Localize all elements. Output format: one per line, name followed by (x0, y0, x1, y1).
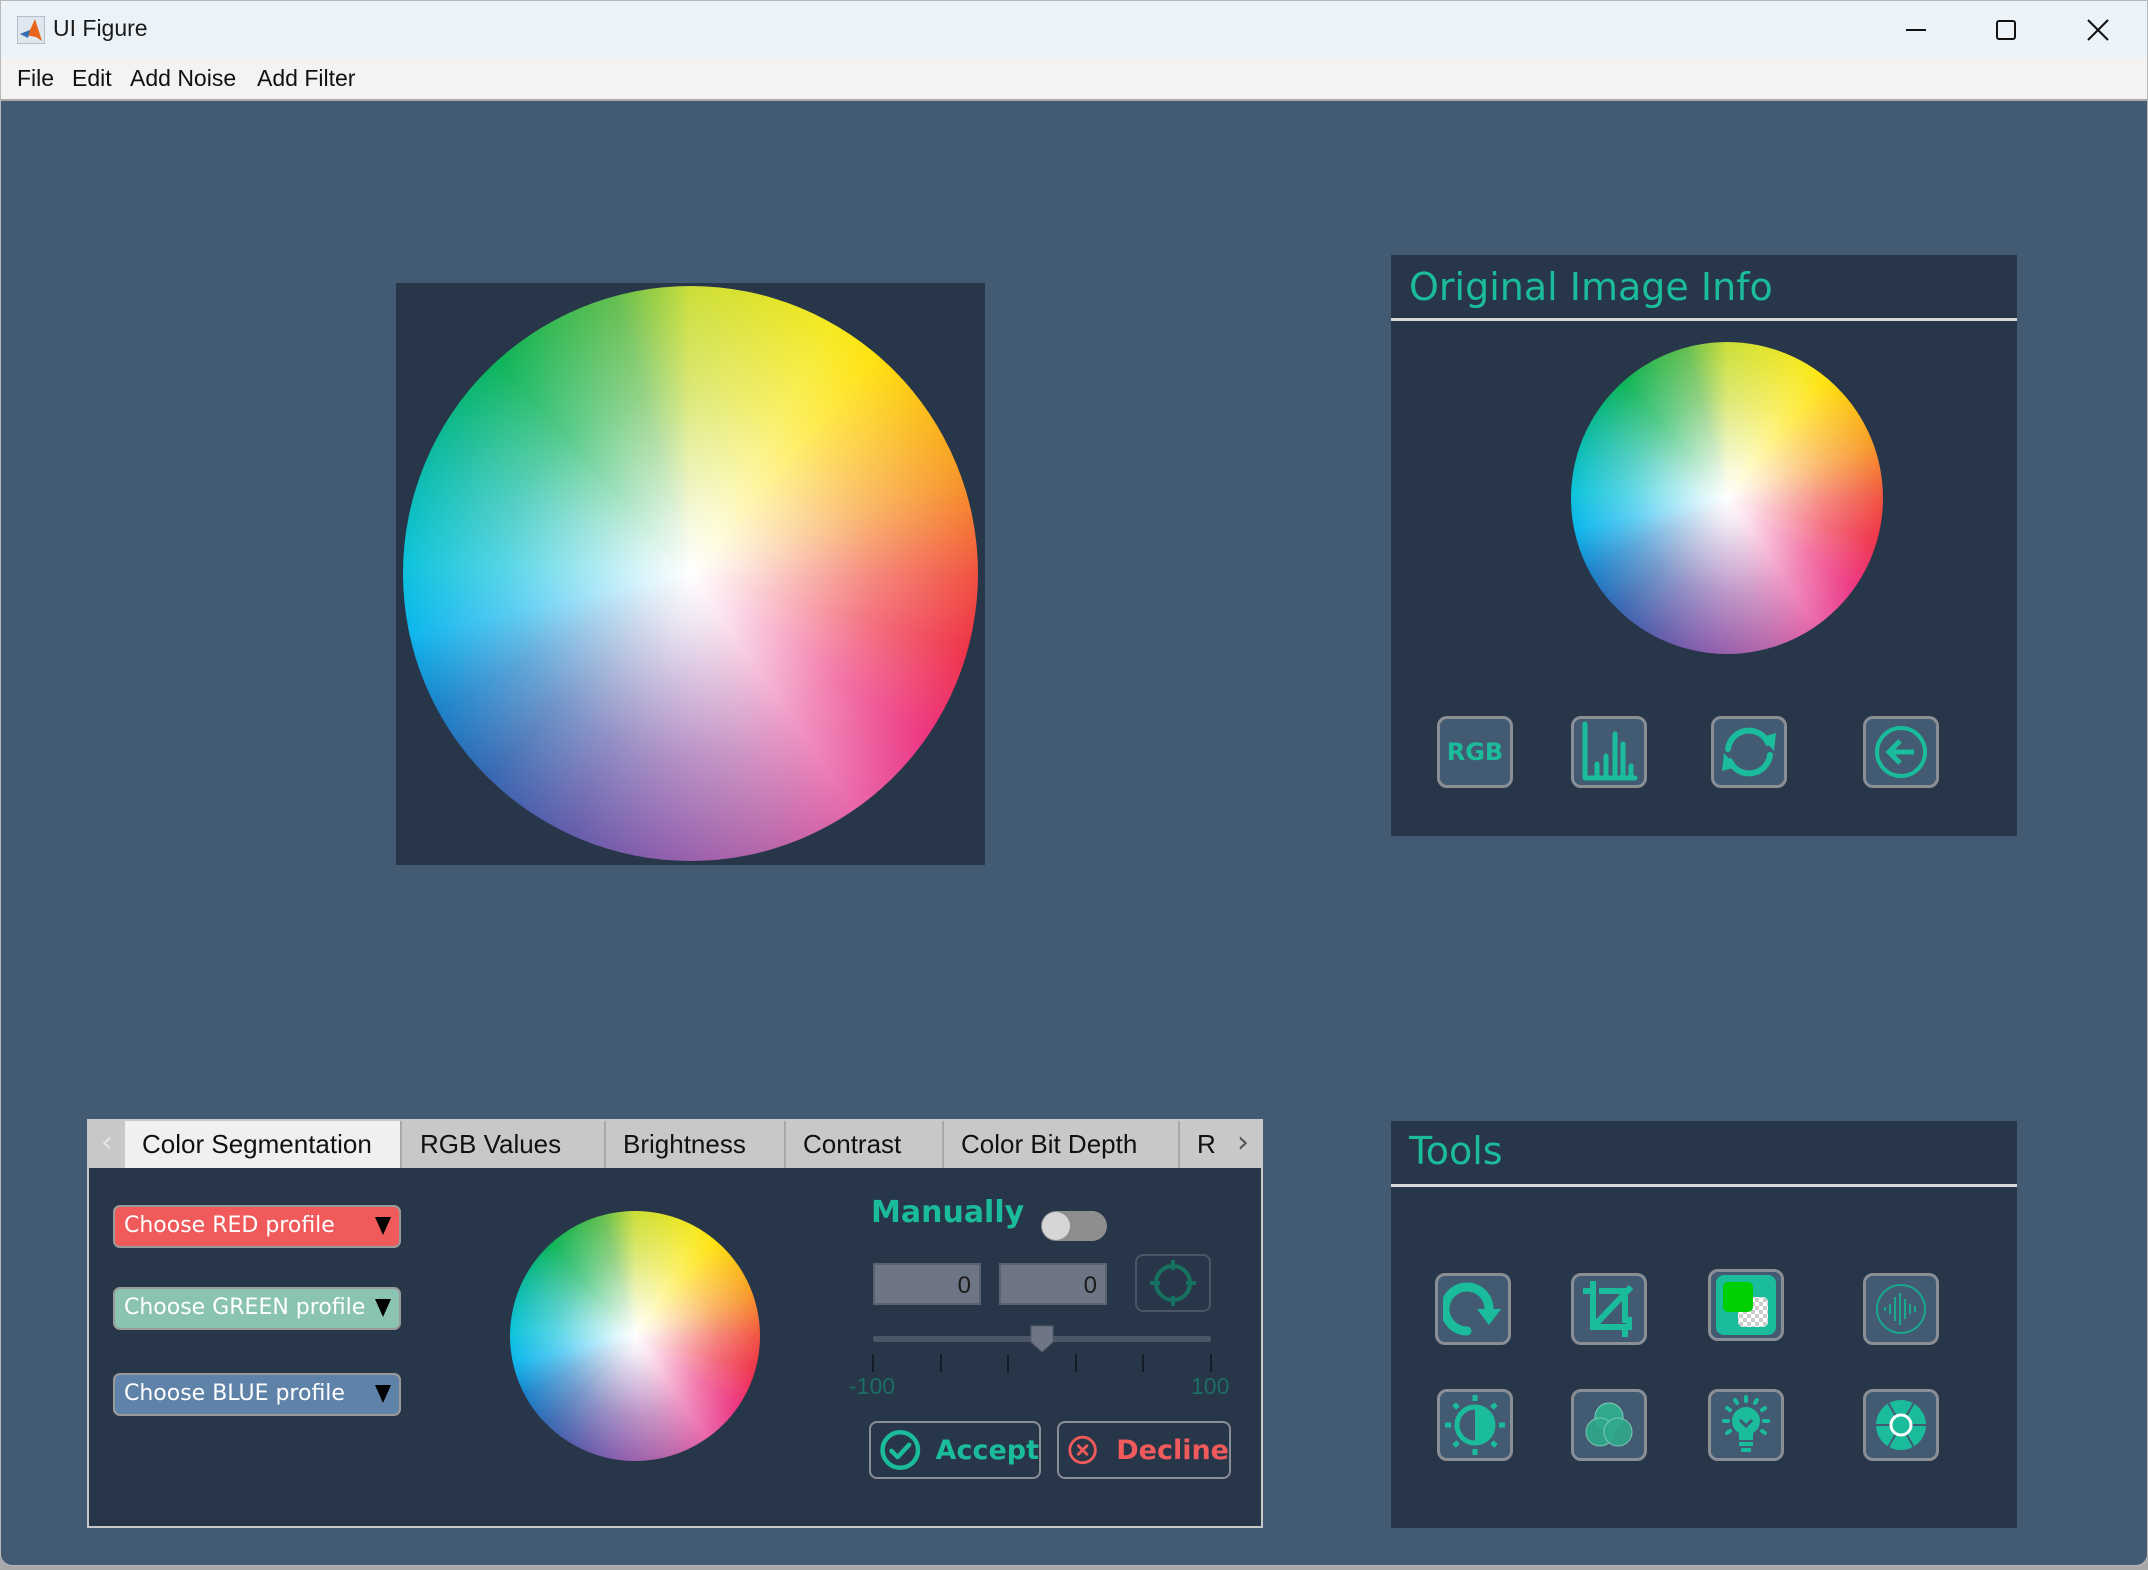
rgb-button[interactable]: RGB (1437, 716, 1513, 788)
original-image-thumbnail (1571, 342, 1883, 654)
slider-tick (872, 1354, 874, 1372)
tab-scroll-left-button[interactable]: ‹ (89, 1121, 125, 1168)
remove-background-button[interactable] (1708, 1269, 1784, 1341)
toggle-knob (1042, 1212, 1070, 1240)
menu-bar: File Edit Add Noise Add Filter (1, 58, 2147, 101)
title-bar: UI Figure (1, 1, 2147, 58)
pick-point-button[interactable] (1135, 1254, 1211, 1312)
manual-value-field-1[interactable]: 0 (873, 1263, 981, 1305)
maximize-icon (1996, 19, 2016, 40)
decline-label: Decline (1116, 1434, 1229, 1466)
x-circle-icon (1068, 1435, 1097, 1465)
histogram-button[interactable] (1571, 716, 1647, 788)
manual-toggle-switch[interactable] (1041, 1211, 1107, 1241)
noise-wave-icon (1876, 1284, 1926, 1334)
tab-brightness[interactable]: Brightness (606, 1121, 786, 1168)
menu-file[interactable]: File (17, 65, 54, 92)
blue-profile-dropdown[interactable]: Choose BLUE profile (113, 1373, 401, 1416)
slider-tick (1142, 1354, 1145, 1372)
tab-bar: ‹ Color Segmentation RGB Values Brightne… (89, 1121, 1261, 1168)
tab-contrast[interactable]: Contrast (786, 1121, 944, 1168)
tab-rgb-values[interactable]: RGB Values (402, 1121, 606, 1168)
maximize-button[interactable] (1961, 1, 2051, 58)
tab-color-bit-depth[interactable]: Color Bit Depth (944, 1121, 1180, 1168)
check-circle-icon (880, 1430, 921, 1470)
adjust-slider-thumb[interactable] (1030, 1325, 1054, 1353)
tab-color-segmentation[interactable]: Color Segmentation (125, 1121, 402, 1168)
slider-tick (1007, 1354, 1010, 1372)
crosshair-icon (1150, 1260, 1196, 1306)
lightbulb-icon (1722, 1395, 1770, 1452)
slider-tick (1074, 1354, 1077, 1372)
back-arrow-icon (1875, 726, 1927, 778)
crop-button[interactable] (1571, 1273, 1647, 1345)
tools-title: Tools (1409, 1129, 1503, 1173)
matlab-logo-icon (17, 16, 45, 44)
minimize-icon (1906, 28, 1926, 31)
color-wheel-icon (1876, 1400, 1926, 1450)
noise-button[interactable] (1863, 1273, 1939, 1345)
histogram-icon (1582, 721, 1638, 781)
segmentation-preview-image (510, 1211, 760, 1461)
accept-button[interactable]: Accept (869, 1421, 1041, 1479)
original-image-info-panel: Original Image Info RGB (1391, 255, 2017, 836)
rgb-text-icon: RGB (1446, 738, 1504, 766)
title-divider (1391, 1184, 2017, 1187)
slider-tick (939, 1354, 942, 1372)
reset-button[interactable] (1711, 716, 1787, 788)
slider-tick (1210, 1354, 1212, 1372)
original-image-info-title: Original Image Info (1409, 265, 1773, 309)
red-profile-value: Choose RED profile (124, 1213, 335, 1238)
close-button[interactable] (2053, 1, 2143, 58)
back-button[interactable] (1863, 716, 1939, 788)
slider-min-label: -100 (849, 1373, 896, 1399)
brightness-contrast-button[interactable] (1437, 1389, 1513, 1461)
menu-add-noise[interactable]: Add Noise (130, 65, 236, 92)
main-image-axes[interactable] (396, 283, 985, 865)
minimize-button[interactable] (1871, 1, 1961, 58)
green-profile-value: Choose GREEN profile (124, 1295, 366, 1320)
rotate-icon (1443, 1282, 1501, 1336)
color-channels-button[interactable] (1571, 1389, 1647, 1461)
dropdown-arrow-icon (375, 1385, 391, 1403)
menu-edit[interactable]: Edit (72, 65, 112, 92)
rotate-button[interactable] (1435, 1273, 1511, 1345)
tab-r-truncated[interactable]: R (1180, 1121, 1230, 1168)
menu-add-filter[interactable]: Add Filter (257, 65, 355, 92)
main-color-wheel-image (403, 286, 978, 861)
dropdown-arrow-icon (375, 1217, 391, 1235)
manually-label: Manually (871, 1195, 1025, 1230)
tab-scroll-right-button[interactable]: › (1229, 1121, 1257, 1168)
decline-button[interactable]: Decline (1057, 1421, 1231, 1479)
tools-panel: Tools (1391, 1121, 2017, 1528)
red-profile-dropdown[interactable]: Choose RED profile (113, 1205, 401, 1248)
slider-max-label: 100 (1191, 1373, 1230, 1399)
color-channels-icon (1585, 1402, 1633, 1447)
chevron-left-icon: ‹ (101, 1125, 113, 1160)
refresh-icon (1722, 727, 1776, 777)
crop-icon (1583, 1281, 1634, 1337)
accept-label: Accept (935, 1434, 1039, 1466)
green-profile-dropdown[interactable]: Choose GREEN profile (113, 1287, 401, 1330)
manual-value-field-2[interactable]: 0 (999, 1263, 1107, 1305)
dropdown-arrow-icon (375, 1299, 391, 1317)
lightbulb-button[interactable] (1708, 1389, 1784, 1461)
title-divider (1391, 318, 2017, 321)
app-window: UI Figure File Edit Add Noise Add Filter… (0, 0, 2148, 1566)
close-icon (2087, 18, 2109, 41)
color-wheel-button[interactable] (1863, 1389, 1939, 1461)
window-title: UI Figure (53, 15, 148, 41)
blue-profile-value: Choose BLUE profile (124, 1381, 345, 1406)
brightness-contrast-icon (1445, 1395, 1505, 1455)
remove-background-icon (1716, 1275, 1776, 1335)
chevron-right-icon: › (1237, 1125, 1249, 1160)
